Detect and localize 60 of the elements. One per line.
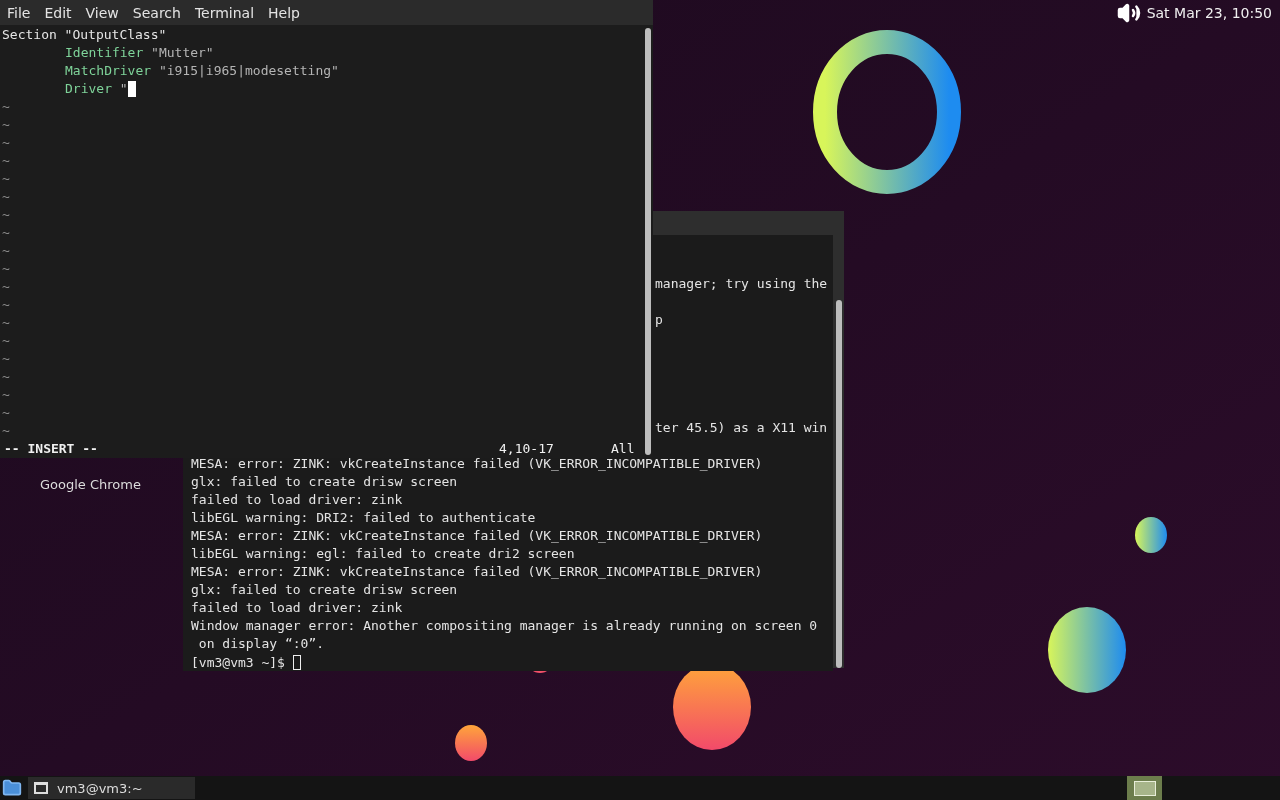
empty-line-marker: ~ (2, 404, 10, 422)
empty-line-marker: ~ (2, 368, 10, 386)
terminal-line: failed to load driver: zink (191, 492, 403, 507)
empty-line-marker: ~ (2, 260, 10, 278)
menu-item[interactable]: View (78, 4, 126, 21)
terminal-line: failed to load driver: zink (191, 600, 403, 615)
empty-line-marker: ~ (2, 314, 10, 332)
terminal-line: ter 45.5) as a X11 win (655, 420, 828, 435)
menu-item[interactable]: Edit (37, 4, 79, 21)
empty-line-marker: ~ (2, 152, 10, 170)
empty-line-marker: ~ (2, 224, 10, 242)
empty-line-marker: ~ (2, 278, 10, 296)
scrollbar-thumb[interactable] (835, 300, 842, 668)
empty-line-marker: ~ (2, 206, 10, 224)
config-keyword: Driver (65, 80, 112, 98)
terminal-line: on display “:0”. (197, 636, 325, 651)
config-keyword: MatchDriver (65, 62, 152, 80)
empty-line-marker: ~ (2, 98, 10, 116)
empty-line-marker: ~ (2, 386, 10, 404)
config-value: Section (2, 26, 57, 44)
empty-line-marker: ~ (2, 242, 10, 260)
empty-line-marker: ~ (2, 116, 10, 134)
terminal-line: MESA: error: ZINK: vkCreateInstance failed (VK_ERROR_INCOMPATIBLE_DRIVER) (191, 564, 763, 579)
menu-item[interactable]: Search (125, 4, 188, 21)
workspace-switcher[interactable] (1127, 776, 1162, 800)
config-value: " (119, 80, 128, 98)
terminal-line: MESA: error: ZINK: vkCreateInstance failed (VK_ERROR_INCOMPATIBLE_DRIVER) (191, 456, 763, 471)
scrollbar-thumb[interactable] (645, 28, 651, 455)
empty-line-marker: ~ (2, 422, 10, 440)
menu-item[interactable]: Terminal (187, 4, 262, 21)
terminal-line: glx: failed to create drisw screen (191, 582, 458, 597)
taskbar-button[interactable]: vm3@vm3:~ (28, 777, 195, 799)
terminal-line: libEGL warning: DRI2: failed to authenticate (191, 510, 536, 525)
cursor-position: 4,10-17 (499, 440, 555, 458)
file-manager-icon[interactable] (2, 778, 22, 798)
menu-item[interactable]: File (0, 4, 38, 21)
terminal-line: glx: failed to create drisw screen (191, 474, 458, 489)
empty-line-marker: ~ (2, 188, 10, 206)
terminal-line: Window manager error: Another compositing manager is already running on screen 0 (191, 618, 818, 633)
clock[interactable]: Sat Mar 23, 10:50 (1146, 4, 1272, 21)
empty-line-marker: ~ (2, 134, 10, 152)
cursor (292, 654, 301, 670)
shell-prompt: [vm3@vm3 ~]$ (191, 654, 285, 670)
scroll-position: All (611, 440, 635, 458)
terminal-line: MESA: error: ZINK: vkCreateInstance failed (VK_ERROR_INCOMPATIBLE_DRIVER) (191, 528, 763, 543)
terminal-line: libEGL warning: egl: failed to create dri2 screen (191, 546, 575, 561)
terminal-line: p (655, 312, 663, 327)
terminal-icon (34, 782, 48, 794)
config-value: "OutputClass" (64, 26, 167, 44)
desktop-icon-label[interactable]: Google Chrome (40, 477, 141, 492)
empty-line-marker: ~ (2, 332, 10, 350)
empty-line-marker: ~ (2, 350, 10, 368)
editor-mode: -- INSERT -- (4, 440, 99, 458)
config-keyword: Identifier (65, 44, 144, 62)
terminal-line: manager; try using the (655, 276, 828, 291)
empty-line-marker: ~ (2, 170, 10, 188)
config-value: "Mutter" (151, 44, 214, 62)
empty-line-marker: ~ (2, 296, 10, 314)
config-value: "i915|i965|modesetting" (158, 62, 339, 80)
menu-item[interactable]: Help (261, 4, 307, 21)
